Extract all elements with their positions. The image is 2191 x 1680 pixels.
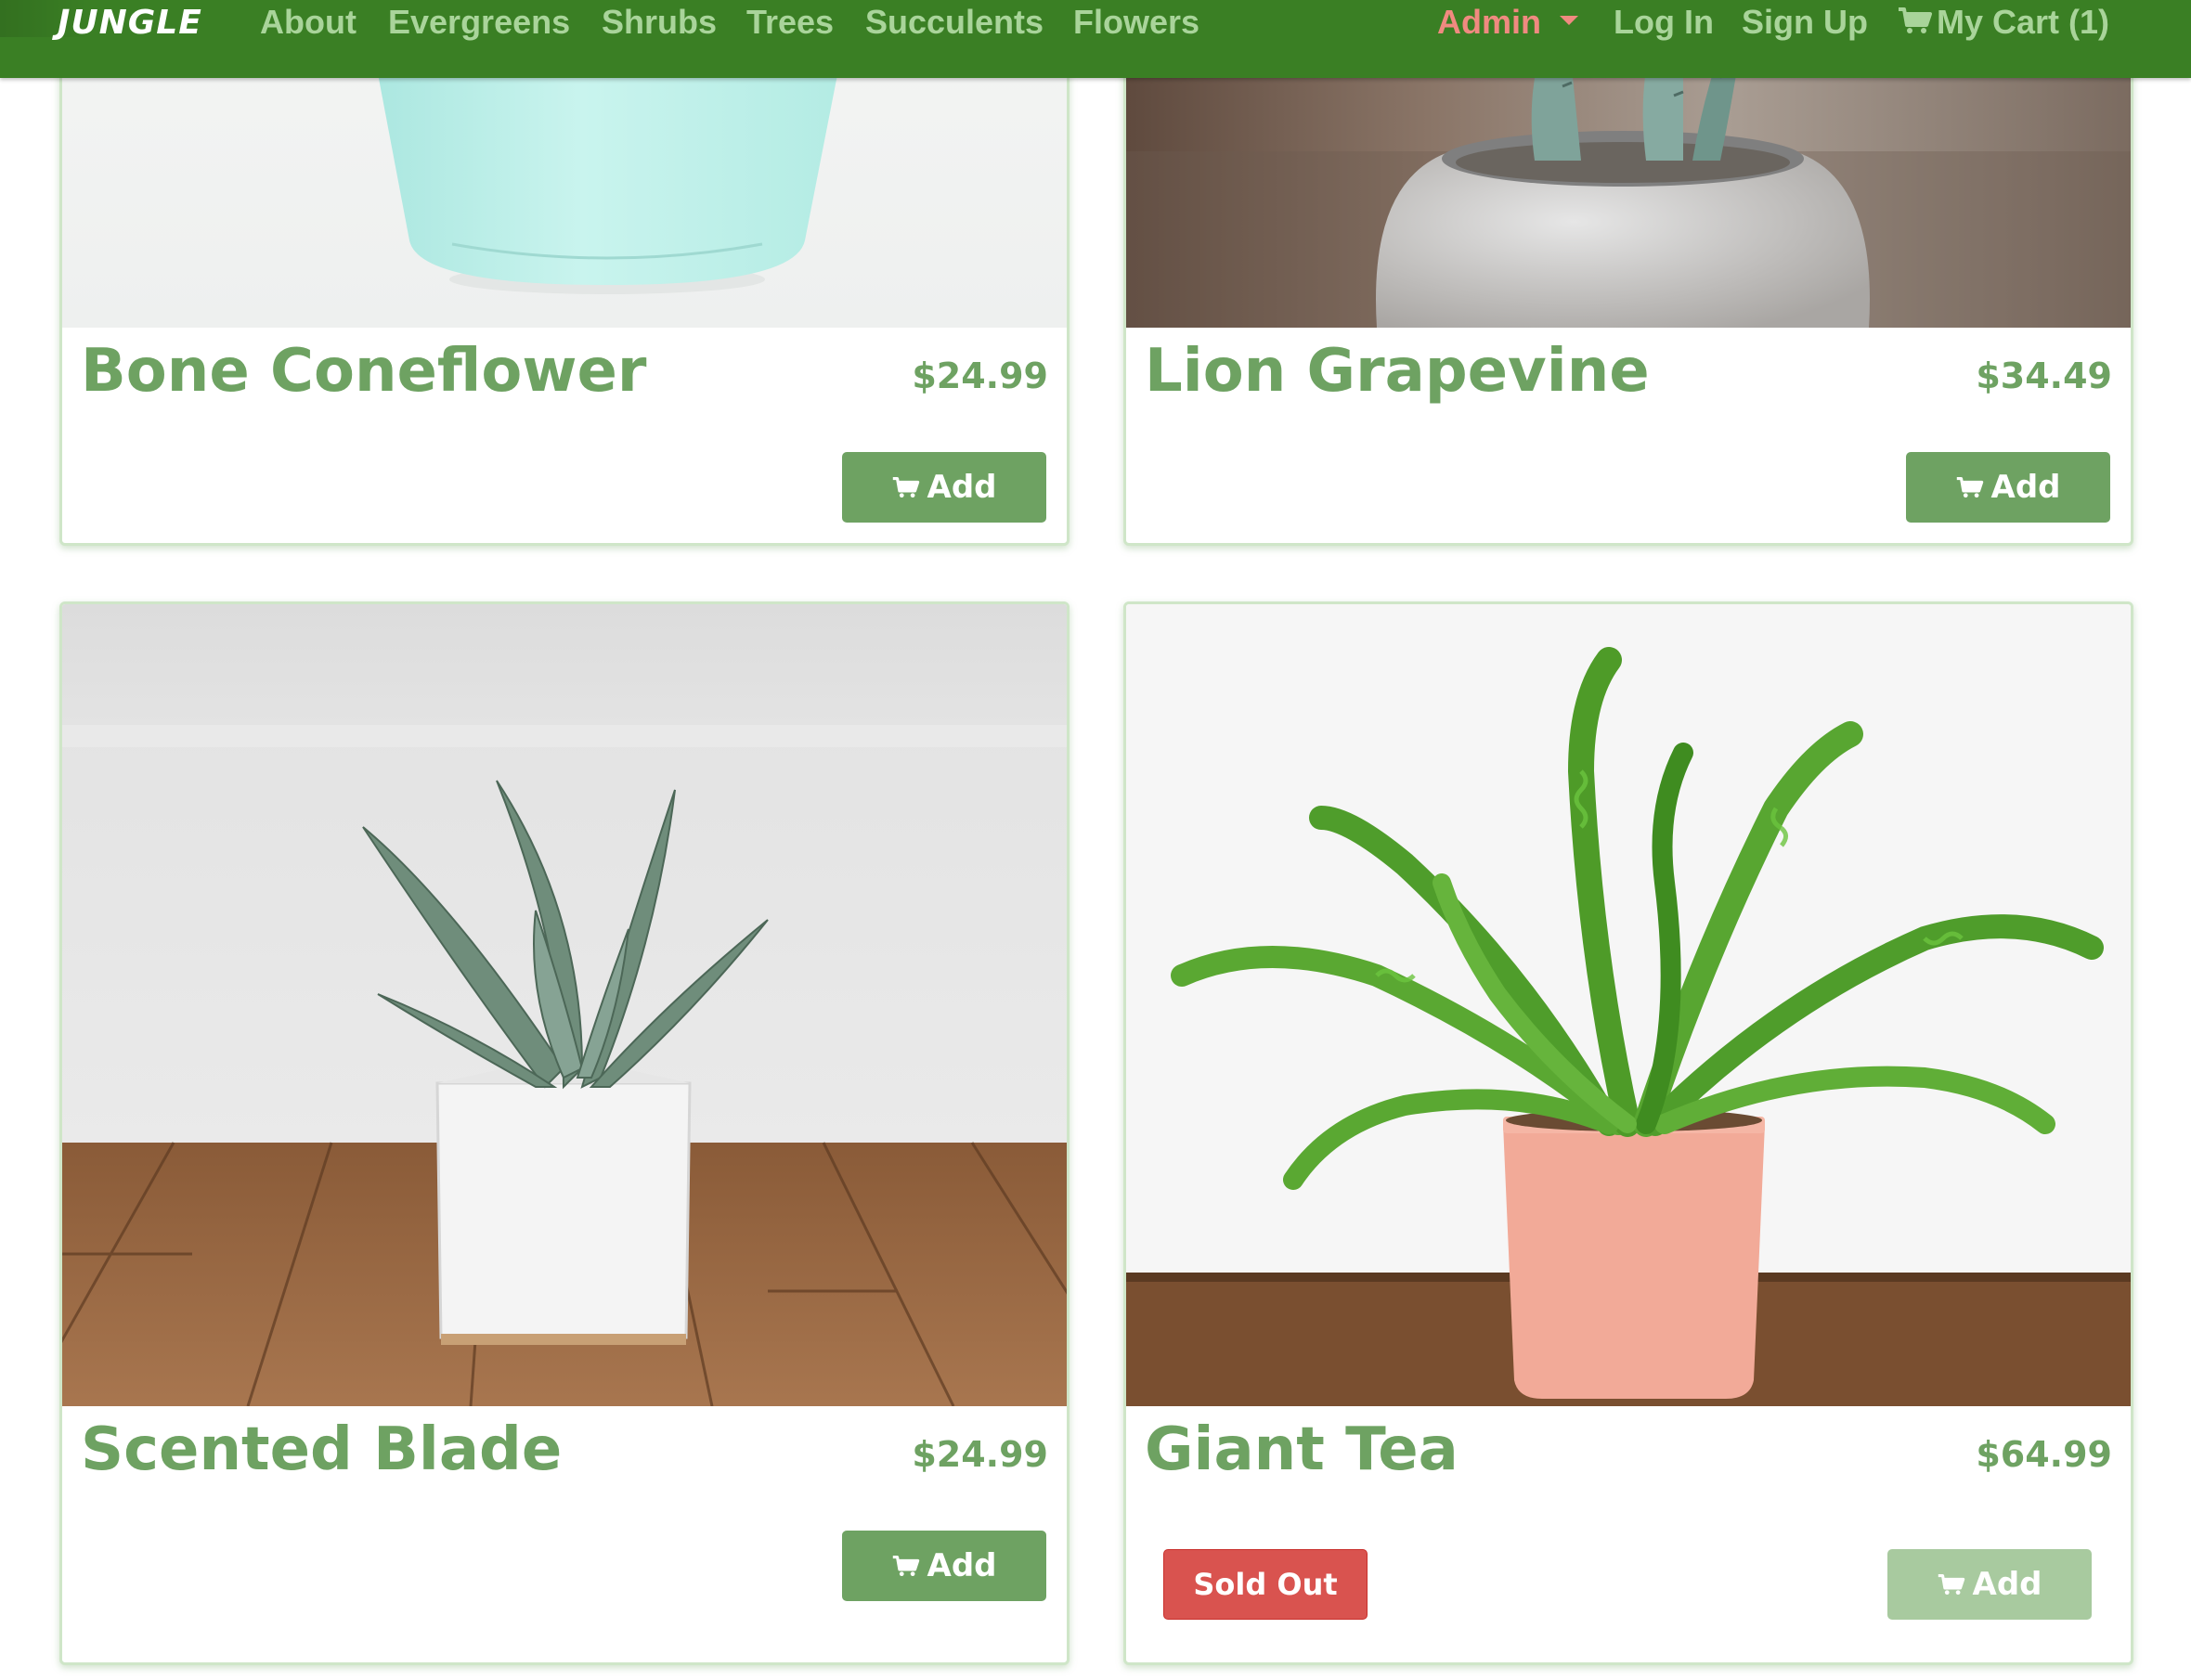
signup-link[interactable]: Sign Up [1742, 0, 1868, 46]
add-button-label: Add [1990, 469, 2061, 506]
top-navbar: JUNGLE About Evergreens Shrubs Trees Suc… [0, 0, 2191, 78]
nav-link-succulents[interactable]: Succulents [865, 0, 1044, 46]
nav-link-shrubs[interactable]: Shrubs [602, 0, 717, 46]
product-card-lion-grapevine: Lion Grapevine $34.49 Add [1123, 0, 2133, 546]
add-button-label: Add [927, 1547, 997, 1584]
admin-label: Admin [1437, 3, 1541, 41]
shopping-cart-icon [1899, 7, 1932, 34]
login-link[interactable]: Log In [1614, 0, 1714, 46]
caret-down-icon [1560, 16, 1578, 26]
nav-link-flowers[interactable]: Flowers [1073, 0, 1199, 46]
shopping-cart-icon [1956, 476, 1983, 498]
product-price: $34.49 [1976, 355, 2112, 396]
product-card-bone-coneflower: Bone Coneflower $24.99 Add [59, 0, 1070, 546]
product-card-scented-blade: Scented Blade $24.99 Add [59, 601, 1070, 1665]
product-price: $24.99 [912, 1434, 1048, 1475]
product-name[interactable]: Lion Grapevine [1145, 337, 1650, 406]
add-button-label: Add [927, 469, 997, 506]
add-to-cart-button[interactable]: Add [842, 1531, 1046, 1601]
shopping-cart-icon [892, 476, 919, 498]
add-to-cart-button[interactable]: Add [1906, 452, 2110, 523]
nav-link-trees[interactable]: Trees [746, 0, 834, 46]
product-price: $24.99 [912, 355, 1048, 396]
product-image-scented-blade[interactable] [62, 604, 1067, 1406]
add-to-cart-button-disabled[interactable]: Add [1887, 1549, 2092, 1620]
product-name[interactable]: Bone Coneflower [81, 337, 646, 406]
shopping-cart-icon [1938, 1573, 1964, 1596]
add-button-label: Add [1972, 1566, 2042, 1603]
product-card-giant-tea: Giant Tea $64.99 Sold Out Add [1123, 601, 2133, 1665]
brand-logo[interactable]: JUNGLE [58, 0, 202, 46]
nav-link-evergreens[interactable]: Evergreens [388, 0, 570, 46]
add-to-cart-button[interactable]: Add [842, 452, 1046, 523]
sold-out-badge[interactable]: Sold Out [1163, 1549, 1368, 1620]
my-cart-label: My Cart (1) [1937, 3, 2110, 41]
product-price: $64.99 [1976, 1434, 2112, 1475]
nav-link-about[interactable]: About [260, 0, 357, 46]
product-image-giant-tea[interactable] [1126, 604, 2131, 1406]
admin-dropdown[interactable]: Admin [1437, 0, 1578, 46]
product-name[interactable]: Scented Blade [81, 1415, 562, 1484]
product-name[interactable]: Giant Tea [1145, 1415, 1459, 1484]
shopping-cart-icon [892, 1555, 919, 1577]
my-cart-link[interactable]: My Cart (1) [1898, 0, 2109, 46]
